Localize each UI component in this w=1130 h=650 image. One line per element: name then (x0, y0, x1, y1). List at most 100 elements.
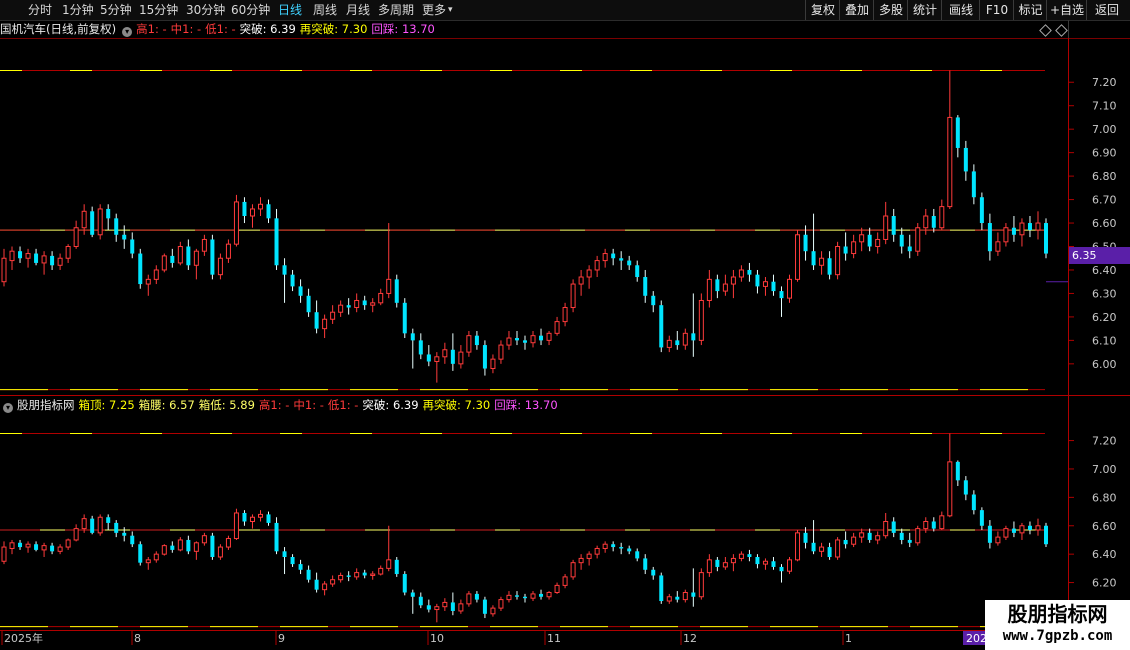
candle-body-up (41, 545, 47, 551)
candle-body-up (201, 535, 207, 544)
candle-body-down (410, 333, 415, 341)
candle-body-up (225, 243, 231, 259)
candle-body-down (963, 480, 968, 495)
candle-body-up (915, 528, 921, 544)
candle-body-up (554, 321, 560, 334)
candle-body-up (1035, 222, 1041, 231)
candle-body-up (81, 210, 87, 229)
candle-body-up (145, 559, 151, 564)
candle-body-up (57, 546, 63, 552)
candle-body-down (675, 596, 680, 600)
candle-body-up (97, 208, 103, 236)
candle-body-down (779, 566, 784, 572)
x-tick-label: 202 (966, 632, 987, 645)
candle-body-down (627, 260, 632, 266)
candle-body-down (514, 595, 519, 597)
candle-body-up (322, 583, 328, 591)
y-tick-label: 6.70 (1092, 194, 1117, 207)
candle-body-down (635, 265, 640, 278)
candle-body-down (971, 171, 976, 198)
candle-body-down (482, 599, 487, 614)
candle-body-down (643, 558, 648, 570)
candle-body-up (257, 203, 263, 210)
candle-body-down (691, 333, 696, 341)
candle-body-down (482, 345, 487, 369)
candle-body-down (1044, 525, 1048, 545)
candle-body-down (891, 216, 896, 235)
candle-body-up (217, 546, 223, 558)
candle-body-down (611, 544, 616, 548)
candle-body-up (666, 596, 672, 602)
candle-body-down (50, 255, 55, 266)
candle-body-down (635, 551, 640, 559)
candle-body-up (835, 246, 841, 276)
candle-body-down (811, 542, 816, 552)
candle-body-up (586, 553, 592, 559)
candle-body-up (97, 516, 103, 534)
candle-body-up (939, 515, 945, 530)
candle-body-up (145, 278, 151, 285)
candle-body-down (643, 277, 648, 296)
candle-body-down (90, 211, 95, 235)
candle-body-down (755, 274, 760, 287)
candle-body-down (170, 545, 175, 550)
candle-body-up (947, 116, 953, 208)
candle-body-down (18, 542, 23, 548)
candle-body-up (153, 269, 159, 280)
candle-body-up (81, 518, 87, 530)
candle-body-up (923, 215, 929, 229)
candle-body-down (306, 295, 311, 313)
candle-body-down (867, 532, 872, 540)
candle-body-up (570, 283, 576, 309)
candle-body-down (659, 575, 664, 602)
candle-body-down (362, 572, 367, 576)
candle-body-up (795, 532, 801, 561)
candle-body-up (257, 513, 263, 518)
y-tick-label: 6.40 (1092, 264, 1117, 277)
candle-body-up (546, 592, 552, 598)
candle-body-up (995, 536, 1001, 544)
candle-body-down (651, 569, 656, 576)
candle-body-up (378, 567, 384, 575)
candle-body-down (114, 218, 119, 235)
candle-body-down (186, 246, 191, 266)
candle-body-up (795, 234, 801, 280)
candle-body-down (138, 253, 143, 285)
candle-body-down (715, 279, 720, 292)
candle-body-up (57, 257, 63, 266)
candle-body-up (201, 238, 207, 252)
candle-body-down (691, 592, 696, 597)
candle-body-up (41, 255, 47, 264)
candle-body-up (25, 543, 31, 548)
candle-body-down (539, 335, 544, 341)
candle-body-down (747, 269, 752, 275)
candle-body-down (266, 514, 271, 523)
candle-body-up (682, 332, 688, 346)
candle-body-down (611, 253, 616, 259)
candle-body-up (883, 521, 889, 537)
candle-body-down (114, 522, 119, 533)
candle-body-up (322, 318, 328, 330)
candle-body-down (18, 251, 23, 259)
candle-body-down (843, 246, 848, 254)
candle-body-up (915, 227, 921, 252)
candle-body-down (282, 265, 287, 275)
kline-chart[interactable]: 7.207.107.006.906.806.706.606.506.406.30… (0, 0, 1130, 650)
candle-body-down (803, 234, 808, 252)
candle-body-up (249, 208, 255, 217)
y-tick-label: 7.00 (1092, 123, 1117, 136)
candle-body-up (498, 344, 504, 360)
candle-body-up (73, 227, 79, 248)
candle-body-up (193, 250, 199, 266)
candle-body-up (546, 332, 552, 341)
candle-body-down (426, 354, 431, 362)
candle-body-down (1027, 223, 1032, 231)
candle-body-up (1, 257, 7, 283)
candle-body-down (1027, 525, 1032, 531)
candle-body-up (466, 335, 472, 353)
candle-body-up (354, 299, 360, 309)
candle-body-down (402, 574, 407, 593)
candle-body-up (490, 607, 496, 615)
candle-body-up (602, 543, 608, 549)
candle-body-up (787, 559, 793, 572)
